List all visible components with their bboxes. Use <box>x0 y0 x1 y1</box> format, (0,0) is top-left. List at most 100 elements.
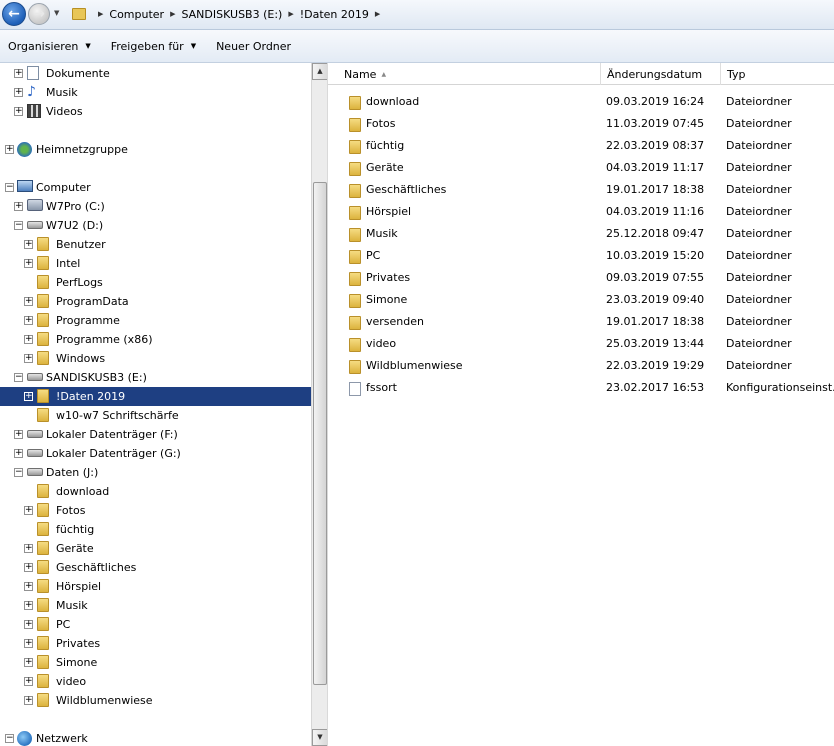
expand-icon[interactable]: + <box>14 107 23 116</box>
tree-item[interactable]: + Fotos <box>0 501 311 520</box>
expand-icon[interactable]: + <box>14 202 23 211</box>
breadcrumb[interactable]: ▶ Computer ▶ SANDISKUSB3 (E:) ▶ !Daten 2… <box>68 2 834 26</box>
breadcrumb-folder[interactable]: !Daten 2019 <box>300 8 369 21</box>
navigation-scrollbar[interactable]: ▲ ▼ <box>311 63 328 746</box>
expand-icon[interactable]: + <box>24 316 33 325</box>
breadcrumb-drive[interactable]: SANDISKUSB3 (E:) <box>181 8 282 21</box>
tree-item[interactable]: download <box>0 482 311 501</box>
file-row[interactable]: Hörspiel 04.03.2019 11:16 Dateiordner <box>328 201 834 223</box>
tree-item[interactable]: + !Daten 2019 <box>0 387 311 406</box>
new-folder-button[interactable]: Neuer Ordner <box>216 40 291 53</box>
file-row[interactable]: Geschäftliches 19.01.2017 18:38 Dateiordne… <box>328 179 834 201</box>
back-button[interactable]: ← <box>2 2 26 26</box>
expand-icon[interactable]: + <box>24 354 33 363</box>
column-header-type[interactable]: Typ <box>721 63 834 85</box>
collapse-icon[interactable]: − <box>5 183 14 192</box>
expand-icon[interactable]: + <box>24 658 33 667</box>
tree-item[interactable]: − Daten (J:) <box>0 463 311 482</box>
tree-item[interactable]: + PC <box>0 615 311 634</box>
tree-item[interactable]: + ♪ Musik <box>0 83 311 102</box>
tree-item[interactable]: w10-w7 Schriftschärfe <box>0 406 311 425</box>
tree-item[interactable]: + Privates <box>0 634 311 653</box>
file-row[interactable]: fssort 23.02.2017 16:53 Konfigurationseins… <box>328 377 834 399</box>
file-row[interactable]: video 25.03.2019 13:44 Dateiordner <box>328 333 834 355</box>
expand-icon[interactable]: + <box>24 335 33 344</box>
chevron-right-icon[interactable]: ▶ <box>170 10 175 18</box>
tree-item[interactable]: − SANDISKUSB3 (E:) <box>0 368 311 387</box>
expand-icon[interactable]: + <box>24 240 33 249</box>
share-with-button[interactable]: Freigeben für ▼ <box>111 40 196 53</box>
expand-icon[interactable]: + <box>14 449 23 458</box>
file-row[interactable]: download 09.03.2019 16:24 Dateiordner <box>328 91 834 113</box>
tree-item[interactable]: + Dokumente <box>0 64 311 83</box>
scrollbar-thumb[interactable] <box>313 182 327 685</box>
tree-item[interactable]: + Programme <box>0 311 311 330</box>
expand-icon[interactable]: + <box>14 88 23 97</box>
collapse-icon[interactable]: − <box>5 734 14 743</box>
tree-item[interactable]: − Computer <box>0 178 311 197</box>
file-row[interactable]: füchtig 22.03.2019 08:37 Dateiordner <box>328 135 834 157</box>
collapse-icon[interactable]: − <box>14 468 23 477</box>
collapse-icon[interactable]: − <box>14 373 23 382</box>
tree-item[interactable]: + Geschäftliches <box>0 558 311 577</box>
organize-button[interactable]: Organisieren ▼ <box>8 40 91 53</box>
tree-item[interactable]: + Heimnetzgruppe <box>0 140 311 159</box>
expand-icon[interactable]: + <box>24 297 33 306</box>
file-row[interactable]: Wildblumenwiese 22.03.2019 19:29 Dateiordn… <box>328 355 834 377</box>
expand-icon[interactable]: + <box>24 563 33 572</box>
expand-icon[interactable]: + <box>24 259 33 268</box>
file-row[interactable]: Privates 09.03.2019 07:55 Dateiordner <box>328 267 834 289</box>
file-date: 09.03.2019 16:24 <box>606 95 705 108</box>
tree-item[interactable]: + Wildblumenwiese <box>0 691 311 710</box>
breadcrumb-computer[interactable]: Computer <box>109 8 164 21</box>
tree-item[interactable]: PerfLogs <box>0 273 311 292</box>
tree-item[interactable]: + Windows <box>0 349 311 368</box>
column-header-date[interactable]: Änderungsdatum <box>601 63 721 85</box>
expand-icon[interactable]: + <box>24 544 33 553</box>
expand-icon[interactable]: + <box>14 69 23 78</box>
tree-item[interactable]: − Netzwerk <box>0 729 311 746</box>
tree-item[interactable]: + Intel <box>0 254 311 273</box>
expand-icon[interactable]: + <box>5 145 14 154</box>
file-row[interactable]: PC 10.03.2019 15:20 Dateiordner <box>328 245 834 267</box>
tree-item[interactable]: + Simone <box>0 653 311 672</box>
scroll-down-icon[interactable]: ▼ <box>312 729 328 746</box>
collapse-icon[interactable]: − <box>14 221 23 230</box>
tree-item[interactable]: + Benutzer <box>0 235 311 254</box>
expand-icon[interactable]: + <box>14 430 23 439</box>
tree-item[interactable]: + video <box>0 672 311 691</box>
tree-item[interactable]: + Videos <box>0 102 311 121</box>
tree-item[interactable]: + W7Pro (C:) <box>0 197 311 216</box>
tree-item[interactable]: − W7U2 (D:) <box>0 216 311 235</box>
file-row[interactable]: Musik 25.12.2018 09:47 Dateiordner <box>328 223 834 245</box>
tree-item[interactable]: + Geräte <box>0 539 311 558</box>
tree-item[interactable]: + Lokaler Datenträger (F:) <box>0 425 311 444</box>
scroll-up-icon[interactable]: ▲ <box>312 63 328 80</box>
expand-icon[interactable]: + <box>24 392 33 401</box>
tree-item[interactable]: + Musik <box>0 596 311 615</box>
tree-item[interactable]: + Programme (x86) <box>0 330 311 349</box>
expand-icon[interactable]: + <box>24 639 33 648</box>
file-row[interactable]: Geräte 04.03.2019 11:17 Dateiordner <box>328 157 834 179</box>
expand-icon[interactable]: + <box>24 582 33 591</box>
file-row[interactable]: versenden 19.01.2017 18:38 Dateiordner <box>328 311 834 333</box>
file-type: Konfigurationseinst... <box>726 381 834 394</box>
tree-item[interactable]: + Hörspiel <box>0 577 311 596</box>
file-row[interactable]: Simone 23.03.2019 09:40 Dateiordner <box>328 289 834 311</box>
forward-button[interactable]: → <box>28 3 50 25</box>
address-bar: ← → ▼ ▶ Computer ▶ SANDISKUSB3 (E:) ▶ !D… <box>0 0 834 30</box>
expand-icon[interactable]: + <box>24 677 33 686</box>
expand-icon[interactable]: + <box>24 506 33 515</box>
column-header-name[interactable]: Name ▲ <box>338 63 601 85</box>
expand-icon[interactable]: + <box>24 601 33 610</box>
chevron-right-icon[interactable]: ▶ <box>288 10 293 18</box>
expand-icon[interactable]: + <box>24 620 33 629</box>
tree-item[interactable]: + Lokaler Datenträger (G:) <box>0 444 311 463</box>
recent-pages-dropdown[interactable]: ▼ <box>54 9 59 17</box>
chevron-right-icon[interactable]: ▶ <box>98 10 103 18</box>
chevron-right-icon[interactable]: ▶ <box>375 10 380 18</box>
expand-icon[interactable]: + <box>24 696 33 705</box>
tree-item[interactable]: + ProgramData <box>0 292 311 311</box>
tree-item[interactable]: füchtig <box>0 520 311 539</box>
file-row[interactable]: Fotos 11.03.2019 07:45 Dateiordner <box>328 113 834 135</box>
